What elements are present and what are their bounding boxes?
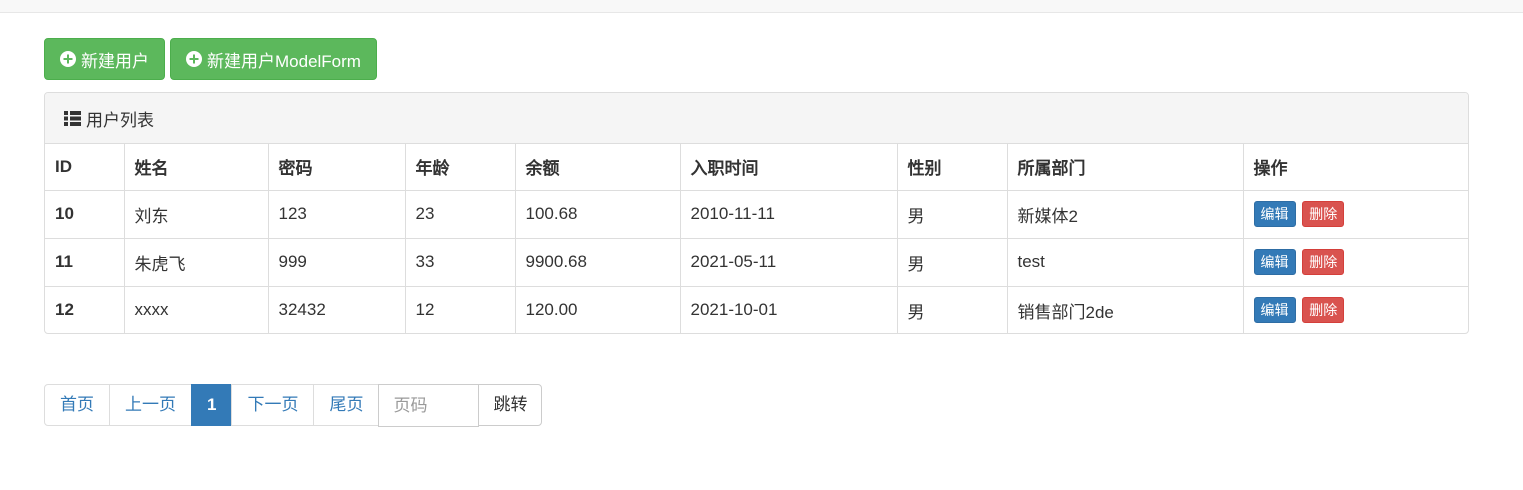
toolbar: 新建用户 新建用户ModelForm [44, 38, 377, 80]
user-list-panel: 用户列表 ID 姓名 密码 年龄 余额 入职时间 性别 所属部门 操作 10 刘… [44, 92, 1469, 334]
cell-actions: 编辑 删除 [1243, 238, 1468, 287]
cell-gender: 男 [897, 286, 1008, 333]
cell-actions: 编辑 删除 [1243, 286, 1468, 333]
cell-password: 999 [268, 238, 406, 287]
column-header-actions: 操作 [1243, 144, 1468, 191]
page-next-link[interactable]: 下一页 [231, 384, 315, 426]
top-navbar [0, 0, 1523, 13]
table-row: 11 朱虎飞 999 33 9900.68 2021-05-11 男 test … [45, 238, 1468, 287]
column-header-age: 年龄 [405, 144, 516, 191]
cell-gender: 男 [897, 190, 1008, 239]
page-number-input[interactable] [378, 384, 480, 427]
panel-heading: 用户列表 [45, 93, 1468, 144]
cell-id: 10 [45, 190, 125, 239]
cell-department: 销售部门2de [1007, 286, 1244, 333]
new-user-modelform-label: 新建用户ModelForm [207, 51, 361, 71]
column-header-join-date: 入职时间 [680, 144, 898, 191]
new-user-modelform-button[interactable]: 新建用户ModelForm [170, 38, 377, 80]
column-header-gender: 性别 [897, 144, 1008, 191]
pagination: 首页 上一页 1 下一页 尾页 跳转 [44, 384, 543, 427]
edit-button[interactable]: 编辑 [1253, 201, 1296, 227]
cell-age: 33 [405, 238, 516, 287]
column-header-name: 姓名 [124, 144, 269, 191]
cell-name: xxxx [124, 286, 269, 333]
page-jump-button[interactable]: 跳转 [478, 384, 543, 426]
cell-password: 123 [268, 190, 406, 239]
cell-department: 新媒体2 [1007, 190, 1244, 239]
plus-circle-icon [60, 51, 76, 67]
delete-button[interactable]: 删除 [1302, 297, 1345, 324]
column-header-id: ID [45, 144, 125, 191]
edit-button[interactable]: 编辑 [1253, 297, 1296, 324]
delete-button[interactable]: 删除 [1302, 249, 1345, 275]
new-user-button[interactable]: 新建用户 [44, 38, 165, 80]
table-row: 12 xxxx 32432 12 120.00 2021-10-01 男 销售部… [45, 286, 1468, 333]
cell-balance: 9900.68 [515, 238, 681, 287]
delete-button[interactable]: 删除 [1302, 201, 1345, 227]
table-header-row: ID 姓名 密码 年龄 余额 入职时间 性别 所属部门 操作 [45, 144, 1468, 191]
cell-join-date: 2010-11-11 [680, 190, 898, 239]
column-header-department: 所属部门 [1007, 144, 1244, 191]
cell-age: 12 [405, 286, 516, 333]
page-prev-link[interactable]: 上一页 [109, 384, 192, 426]
page-current[interactable]: 1 [191, 384, 233, 426]
cell-gender: 男 [897, 238, 1008, 287]
cell-balance: 120.00 [515, 286, 681, 333]
page-first-link[interactable]: 首页 [44, 384, 110, 426]
cell-join-date: 2021-05-11 [680, 238, 898, 287]
column-header-balance: 余额 [515, 144, 681, 191]
table-row: 10 刘东 123 23 100.68 2010-11-11 男 新媒体2 编辑… [45, 190, 1468, 239]
page-last-link[interactable]: 尾页 [313, 384, 380, 426]
cell-id: 11 [45, 238, 125, 287]
cell-balance: 100.68 [515, 190, 681, 239]
cell-department: test [1007, 238, 1244, 287]
cell-actions: 编辑 删除 [1243, 190, 1468, 239]
cell-name: 朱虎飞 [124, 238, 269, 287]
cell-id: 12 [45, 286, 125, 333]
cell-join-date: 2021-10-01 [680, 286, 898, 333]
panel-title: 用户列表 [86, 110, 154, 130]
new-user-label: 新建用户 [81, 51, 149, 71]
edit-button[interactable]: 编辑 [1253, 249, 1296, 275]
user-table: ID 姓名 密码 年龄 余额 入职时间 性别 所属部门 操作 10 刘东 123… [45, 144, 1468, 333]
cell-name: 刘东 [124, 190, 269, 239]
cell-password: 32432 [268, 286, 406, 333]
column-header-password: 密码 [268, 144, 406, 191]
list-icon [64, 110, 81, 126]
cell-age: 23 [405, 190, 516, 239]
plus-circle-icon [186, 51, 202, 67]
